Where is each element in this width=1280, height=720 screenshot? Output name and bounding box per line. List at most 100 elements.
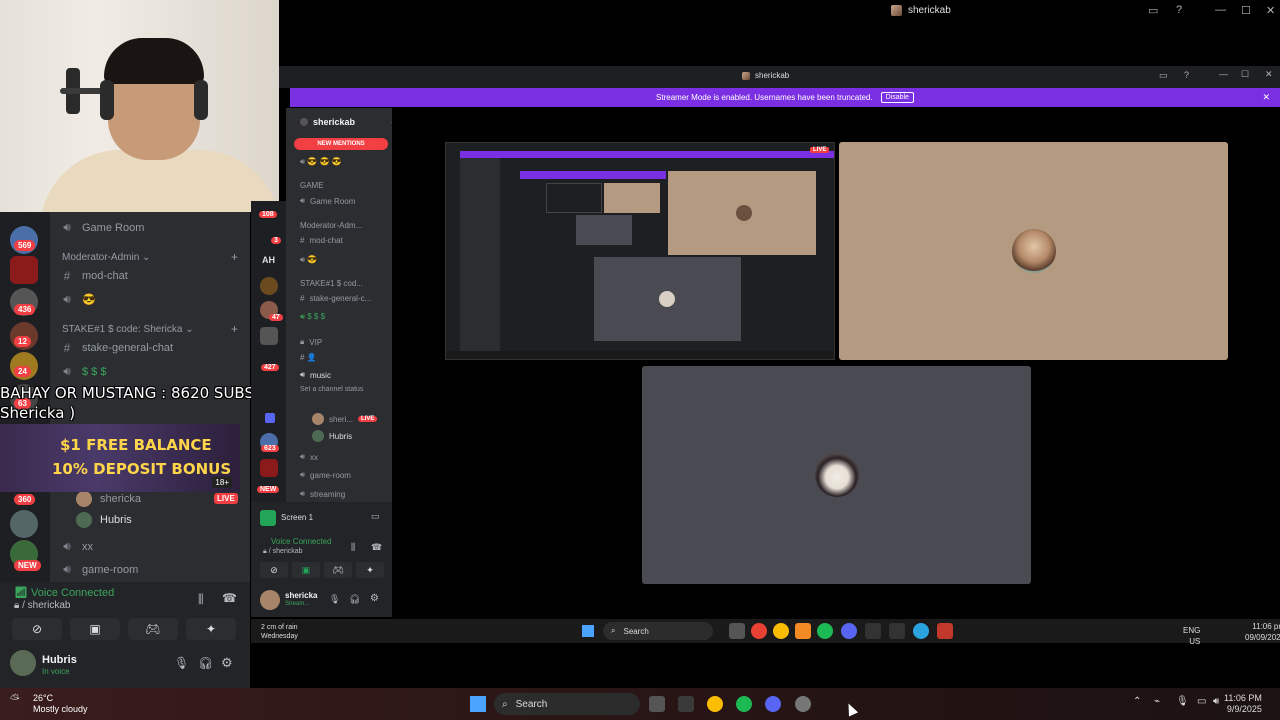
task-view-icon[interactable]	[649, 696, 665, 712]
weather-widget[interactable]: 2 cm of rain Wednesday	[261, 623, 298, 641]
spotify-icon[interactable]	[736, 696, 752, 712]
voice-channel-game-room[interactable]: 🔊︎ game-room	[60, 562, 138, 577]
avatar[interactable]	[260, 590, 280, 610]
server-icon[interactable]	[10, 510, 38, 538]
voice-channel-xx[interactable]: 🔊︎ xx	[60, 539, 93, 554]
soundboard-icon[interactable]: ⫼	[351, 542, 355, 553]
effects-button[interactable]: ✦	[356, 562, 384, 578]
voice-user-hubris[interactable]: Hubris	[312, 430, 352, 442]
network-icon[interactable]: ⌁	[1154, 696, 1160, 707]
chevron-up-icon[interactable]: ⌃	[1133, 696, 1141, 707]
spotify-icon[interactable]	[817, 623, 833, 639]
maximize-icon[interactable]: ☐	[1241, 69, 1249, 80]
category-stake[interactable]: STAKE#1 $ code: Shericka ⌄	[62, 324, 194, 335]
search-bar[interactable]: ⌕ Search	[603, 622, 713, 640]
category-game[interactable]: GAME	[300, 181, 324, 190]
video-tile-user[interactable]	[642, 366, 1031, 584]
disable-button[interactable]: Disable	[880, 92, 914, 103]
voice-channel-music[interactable]: 🔊︎ music	[300, 370, 331, 380]
disconnect-icon[interactable]: ☎︎	[371, 542, 382, 553]
app-icon[interactable]	[937, 623, 953, 639]
channel-game-room[interactable]: 🔊︎ Game Room	[60, 220, 144, 235]
close-icon[interactable]: ✕	[1266, 4, 1275, 17]
camera-off-button[interactable]: ⊘	[12, 618, 62, 640]
channel-status[interactable]: Set a channel status	[300, 386, 363, 393]
search-bar[interactable]: ⌕ Search	[494, 693, 640, 715]
app-icon[interactable]	[795, 696, 811, 712]
inbox-icon[interactable]: ▭	[1148, 4, 1158, 17]
server-icon[interactable]	[10, 256, 38, 284]
category-stake[interactable]: STAKE#1 $ cod...	[300, 279, 363, 288]
voice-user-shericka[interactable]: shericka	[76, 491, 141, 507]
maximize-icon[interactable]: ☐	[1241, 4, 1251, 17]
app-icon[interactable]	[795, 623, 811, 639]
microphone-icon[interactable]: 🎙︎	[329, 594, 340, 605]
voice-channel-dollars[interactable]: 🔊︎ $ $ $	[300, 312, 325, 322]
camera-off-button[interactable]: ⊘	[260, 562, 288, 578]
category-moderator[interactable]: Moderator-Admin ⌄	[62, 252, 150, 263]
voice-channel-emoji[interactable]: 🔊︎ 😎 😎 😎	[300, 157, 342, 167]
folder-icon[interactable]	[265, 413, 275, 423]
help-icon[interactable]: ?	[1176, 4, 1182, 16]
telegram-icon[interactable]	[913, 623, 929, 639]
voice-user-shericka[interactable]: sheri... LIVE	[312, 413, 378, 425]
video-tile-screen-share[interactable]: LIVE	[445, 142, 835, 360]
server-initials[interactable]: AH	[262, 255, 275, 265]
activity-button[interactable]: 🎮︎	[128, 618, 178, 640]
chrome-icon[interactable]	[773, 623, 789, 639]
voice-channel-emoji[interactable]: 🔊︎ 😎	[60, 292, 95, 307]
voice-channel-sunglasses[interactable]: 🔊︎ 😎	[300, 255, 317, 265]
voice-channel-streaming[interactable]: 🔊︎ streaming	[300, 489, 345, 499]
channel-stake-general-chat[interactable]: # stake-general-chat	[60, 341, 173, 355]
volume-icon[interactable]: 🔊︎	[1213, 696, 1219, 707]
headphones-icon[interactable]: 🎧︎	[198, 656, 213, 670]
server-icon[interactable]	[260, 277, 278, 295]
weather-widget[interactable]: 26°C Mostly cloudy	[33, 693, 88, 715]
start-icon[interactable]	[582, 625, 594, 637]
store-icon[interactable]	[678, 696, 694, 712]
activity-button[interactable]: 🎮︎	[324, 562, 352, 578]
headphones-icon[interactable]: 🎧︎	[349, 594, 360, 605]
app-icon[interactable]	[889, 623, 905, 639]
soundboard-icon[interactable]: ⫼	[198, 592, 204, 607]
server-header[interactable]: sherickab ⌄	[300, 116, 398, 127]
channel-game-room[interactable]: 🔊︎ Game Room	[300, 196, 355, 206]
discord-icon[interactable]	[765, 696, 781, 712]
screen-share-button[interactable]: ▣	[292, 562, 320, 578]
clock[interactable]: 11:06 pm 09/09/2025	[1245, 621, 1280, 643]
add-channel-icon[interactable]: +	[231, 250, 238, 264]
category-vip[interactable]: 🔒︎ VIP	[300, 337, 322, 347]
server-icon[interactable]	[260, 327, 278, 345]
weather-icon[interactable]: ⛅︎	[10, 692, 32, 714]
minimize-icon[interactable]: —	[1215, 4, 1226, 16]
language-indicator[interactable]: ENG US	[1183, 625, 1200, 647]
add-channel-icon[interactable]: +	[231, 322, 238, 336]
channel-stake-chat[interactable]: # stake-general-c...	[300, 294, 371, 303]
voice-channel-xx[interactable]: 🔊︎ xx	[300, 452, 318, 462]
microphone-icon[interactable]: 🎙︎	[174, 656, 189, 670]
app-icon[interactable]	[751, 623, 767, 639]
disconnect-icon[interactable]: ☎︎	[222, 591, 237, 605]
screen-share-button[interactable]: ▣	[70, 618, 120, 640]
clock[interactable]: 11:06 PM 9/9/2025	[1224, 693, 1262, 715]
voice-channel-game-room[interactable]: 🔊︎ game-room	[300, 470, 351, 480]
voice-user-hubris[interactable]: Hubris	[76, 512, 132, 528]
close-banner-icon[interactable]: ✕	[1262, 92, 1270, 103]
app-icon[interactable]	[865, 623, 881, 639]
popout-icon[interactable]: ▭	[371, 511, 380, 522]
video-tile-user[interactable]	[839, 142, 1228, 360]
effects-button[interactable]: ✦	[186, 618, 236, 640]
task-view-icon[interactable]	[729, 623, 745, 639]
microphone-icon[interactable]: 🎙︎	[1176, 696, 1189, 707]
settings-gear-icon[interactable]: ⚙	[221, 655, 233, 671]
display-icon[interactable]: ▭	[1197, 696, 1206, 707]
close-icon[interactable]: ✕	[1265, 69, 1273, 80]
channel-hash-emoji[interactable]: # 👤	[300, 353, 317, 362]
chrome-icon[interactable]	[707, 696, 723, 712]
new-mentions-button[interactable]: NEW MENTIONS	[294, 138, 388, 150]
help-icon[interactable]: ?	[1184, 70, 1189, 80]
discord-icon[interactable]	[841, 623, 857, 639]
channel-mod-chat[interactable]: # mod-chat	[60, 269, 128, 283]
settings-gear-icon[interactable]: ⚙	[370, 593, 379, 604]
start-icon[interactable]	[470, 696, 486, 712]
